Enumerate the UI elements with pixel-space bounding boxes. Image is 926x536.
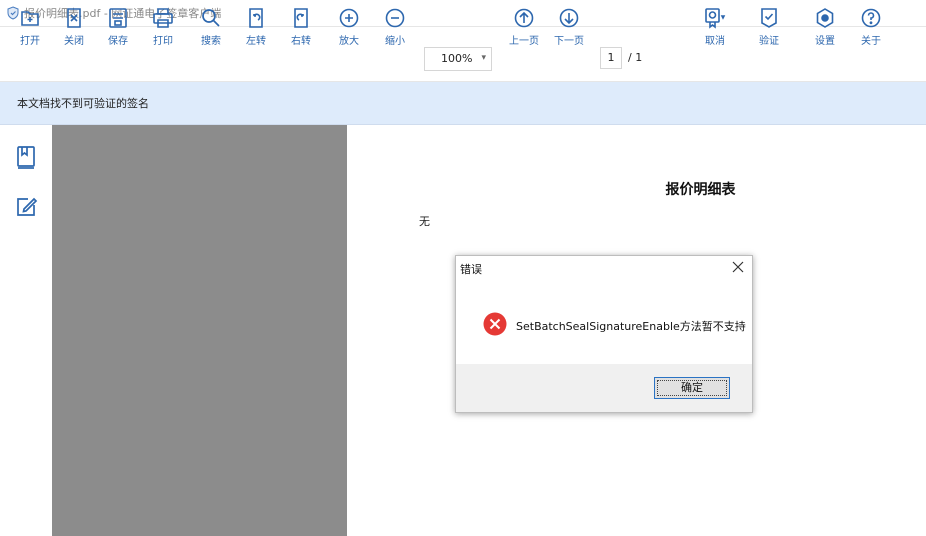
page-total: / 1 <box>628 51 643 64</box>
close-document-icon <box>67 8 81 28</box>
error-dialog: 错误 SetBatchSealSignatureEnable方法暂不支持 确定 <box>455 255 753 413</box>
prev-page-button[interactable]: 上一页 <box>506 6 542 47</box>
rotate-right-button[interactable]: 右转 <box>283 6 319 47</box>
open-label: 打开 <box>20 36 40 47</box>
zoom-value: 100% <box>441 52 473 65</box>
document-title: 报价明细表 <box>665 182 736 198</box>
printer-icon <box>153 8 173 28</box>
title-bar: 报价明细表.pdf - 网证通电子签章客户端 <box>0 0 926 26</box>
close-button[interactable]: 关闭 <box>56 6 92 47</box>
save-button[interactable]: 保存 <box>100 6 136 47</box>
search-button[interactable]: 搜索 <box>193 6 229 47</box>
cancel-label: 取消 <box>705 36 725 47</box>
zoom-in-button[interactable]: 放大 <box>331 6 367 47</box>
rotate-right-icon <box>294 8 308 28</box>
open-folder-icon <box>21 11 39 26</box>
bookmark-icon[interactable] <box>14 145 38 169</box>
cancel-signature-button[interactable]: 取消 <box>697 6 733 47</box>
dialog-title: 错误 <box>460 263 482 276</box>
rotate-left-icon <box>249 8 263 28</box>
save-icon <box>109 8 127 28</box>
search-icon <box>202 9 220 27</box>
search-label: 搜索 <box>201 36 221 47</box>
next-page-label: 下一页 <box>554 36 584 47</box>
zoom-in-label: 放大 <box>339 36 359 47</box>
side-panel <box>0 125 53 536</box>
close-label: 关闭 <box>64 36 84 47</box>
about-button[interactable]: 关于 <box>853 6 889 47</box>
zoom-out-button[interactable]: 缩小 <box>377 6 413 47</box>
settings-button[interactable]: 设置 <box>807 6 843 47</box>
settings-label: 设置 <box>815 36 835 47</box>
zoom-select[interactable]: 100% ▾ <box>424 47 492 71</box>
dialog-footer: 确定 <box>456 364 752 412</box>
zoom-out-icon <box>385 8 405 28</box>
prev-page-label: 上一页 <box>509 36 539 47</box>
verify-label: 验证 <box>759 36 779 47</box>
arrow-up-circle-icon <box>514 8 534 28</box>
edit-annotation-icon[interactable] <box>14 195 38 219</box>
chevron-down-icon: ▾ <box>481 53 486 63</box>
rotate-right-label: 右转 <box>291 36 311 47</box>
rotate-left-button[interactable]: 左转 <box>238 6 274 47</box>
document-body-text: 无 <box>419 215 430 228</box>
verify-icon <box>761 8 777 28</box>
signature-status-message: 本文档找不到可验证的签名 <box>17 97 149 110</box>
print-label: 打印 <box>153 36 173 47</box>
verify-button[interactable]: 验证 <box>751 6 787 47</box>
about-label: 关于 <box>861 36 881 47</box>
error-icon <box>483 312 507 336</box>
ok-button[interactable]: 确定 <box>654 377 730 399</box>
help-icon <box>861 8 881 28</box>
gear-icon <box>816 8 834 28</box>
dialog-message: SetBatchSealSignatureEnable方法暂不支持 <box>516 320 746 333</box>
zoom-in-icon <box>339 8 359 28</box>
rotate-left-label: 左转 <box>246 36 266 47</box>
signature-status-bar: 本文档找不到可验证的签名 <box>0 82 926 125</box>
close-icon[interactable] <box>730 259 746 275</box>
print-button[interactable]: 打印 <box>145 6 181 47</box>
next-page-button[interactable]: 下一页 <box>551 6 587 47</box>
save-label: 保存 <box>108 36 128 47</box>
open-button[interactable]: 打开 <box>12 6 48 47</box>
current-page-input[interactable]: 1 <box>600 47 622 69</box>
arrow-down-circle-icon <box>559 8 579 28</box>
zoom-out-label: 缩小 <box>385 36 405 47</box>
seal-dropdown-icon <box>705 8 726 29</box>
